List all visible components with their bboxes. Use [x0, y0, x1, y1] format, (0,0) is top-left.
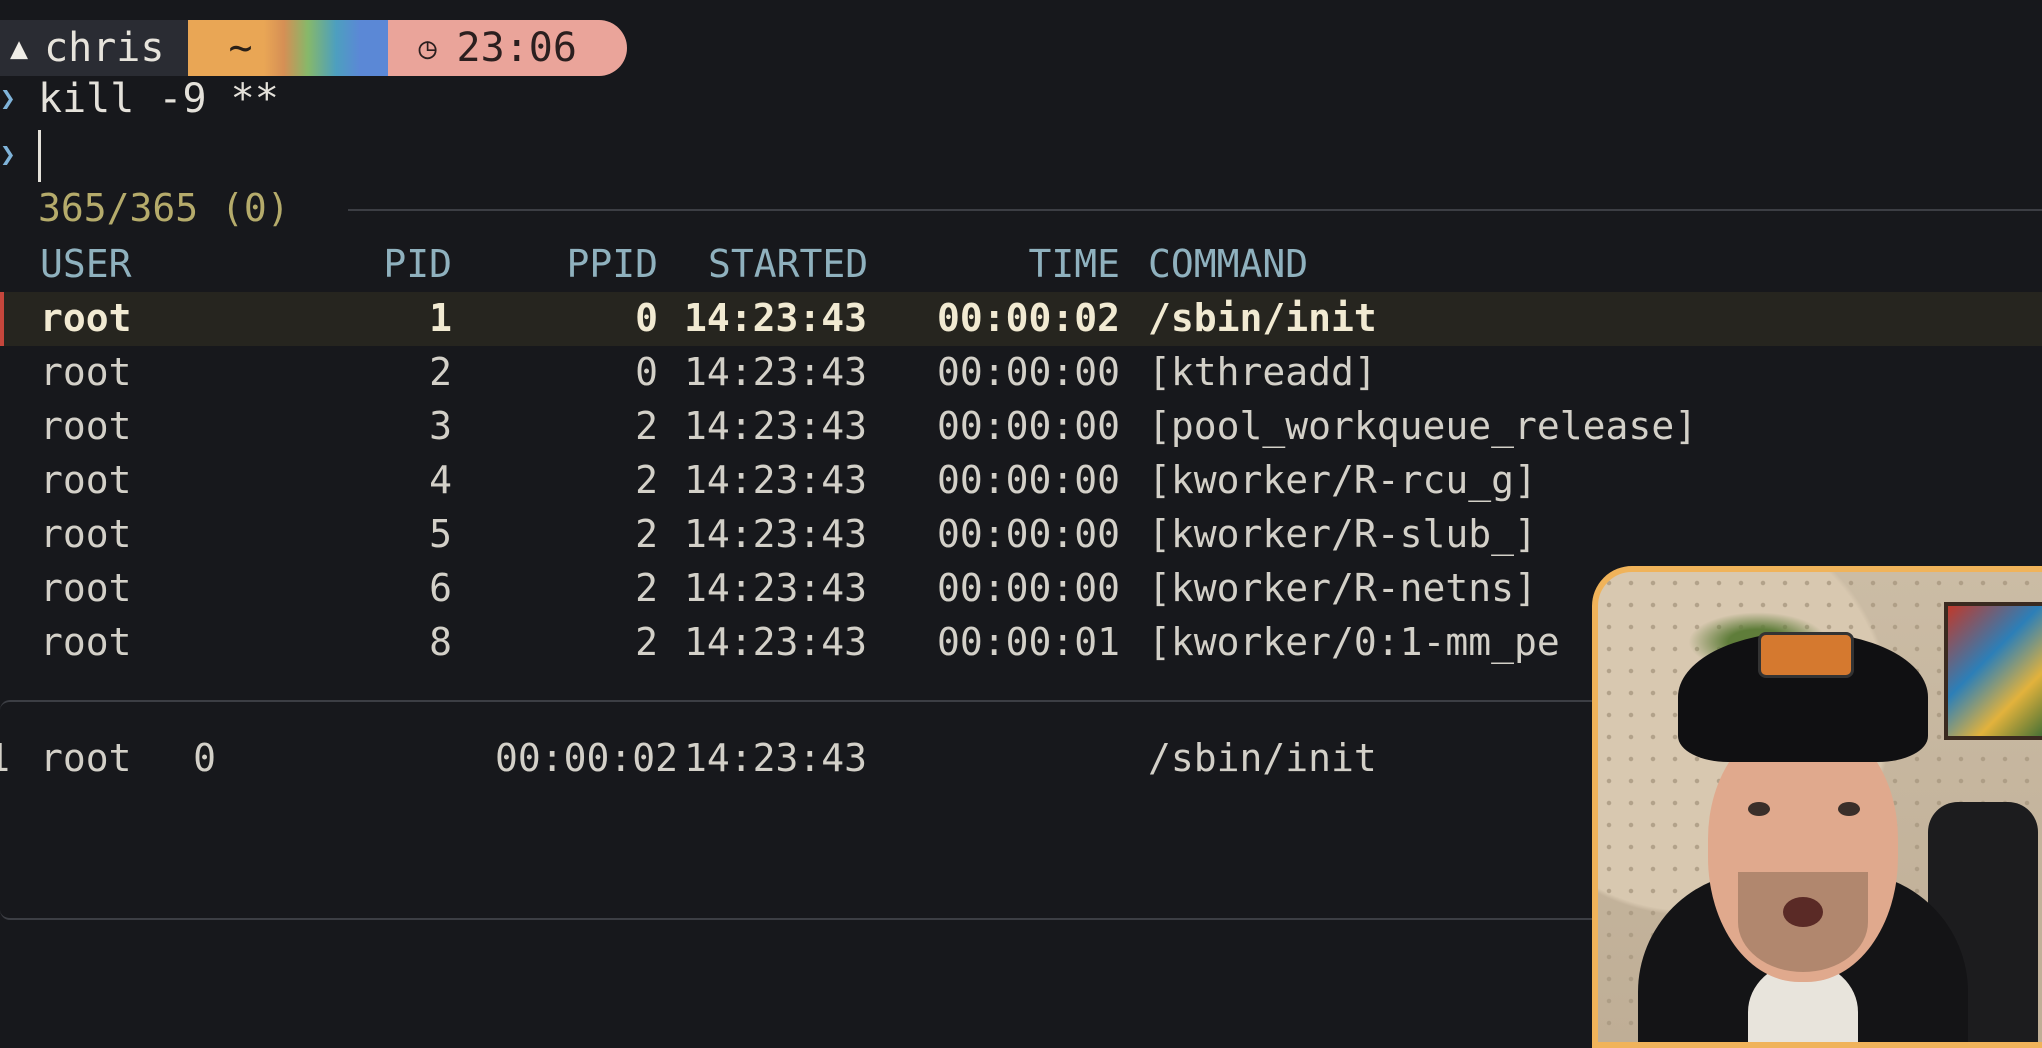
- row-ppid: 0: [635, 296, 658, 340]
- row-started: 14:23:43: [684, 458, 868, 502]
- row-started: 14:23:43: [684, 296, 868, 340]
- row-ppid: 2: [635, 566, 658, 610]
- preview-row: root 1 0 14:23:43 00:00:02 /sbin/init: [0, 732, 1600, 786]
- match-counter: 365/365 (0): [38, 186, 290, 230]
- row-time: 00:00:00: [936, 350, 1120, 394]
- row-command: [kworker/R-netns]: [1148, 566, 1537, 610]
- row-command: [kthreadd]: [1148, 350, 1377, 394]
- row-time: 00:00:00: [936, 458, 1120, 502]
- header-time: TIME: [1028, 242, 1120, 286]
- process-table-header: USER PID PPID STARTED TIME COMMAND: [0, 238, 2042, 292]
- row-time: 00:00:00: [936, 566, 1120, 610]
- row-time: 00:00:02: [936, 296, 1120, 340]
- header-pid: PID: [383, 242, 452, 286]
- row-user: root: [40, 512, 132, 556]
- preview-started: 14:23:43: [684, 736, 868, 780]
- row-ppid: 2: [635, 404, 658, 448]
- prompt-user: chris: [44, 25, 165, 71]
- wall-art: [1944, 602, 2042, 740]
- preview-ppid: 0: [193, 736, 216, 780]
- row-user: root: [40, 566, 132, 610]
- row-time: 00:00:00: [936, 512, 1120, 556]
- prompt-dir-segment: ~: [188, 20, 389, 76]
- row-user: root: [40, 620, 132, 664]
- row-user: root: [40, 350, 132, 394]
- shell-prompt: ▲ chris ~ ◷ 23:06: [0, 20, 627, 76]
- row-pid: 3: [429, 404, 452, 448]
- header-command: COMMAND: [1148, 242, 1309, 286]
- prompt-user-segment: ▲ chris: [0, 20, 189, 76]
- header-ppid: PPID: [566, 242, 658, 286]
- preview-user: root: [40, 736, 132, 780]
- presenter-eye: [1838, 802, 1860, 816]
- row-pid: 8: [429, 620, 452, 664]
- prompt-time-segment: ◷ 23:06: [388, 20, 627, 76]
- row-started: 14:23:43: [684, 620, 868, 664]
- presenter-eye: [1748, 802, 1770, 816]
- row-started: 14:23:43: [684, 404, 868, 448]
- row-started: 14:23:43: [684, 566, 868, 610]
- row-time: 00:00:01: [936, 620, 1120, 664]
- arch-icon: ▲: [10, 30, 29, 66]
- process-row[interactable]: root 3 2 14:23:43 00:00:00 [pool_workqueue_re…: [0, 400, 2042, 454]
- preview-pane: root 1 0 14:23:43 00:00:02 /sbin/init: [0, 700, 1602, 920]
- chevron-right-icon: ❯: [0, 140, 16, 170]
- process-row[interactable]: root 2 0 14:23:43 00:00:00 [kthreadd]: [0, 346, 2042, 400]
- process-row[interactable]: root 4 2 14:23:43 00:00:00 [kworker/R-rcu_g]: [0, 454, 2042, 508]
- row-command: [kworker/R-slub_]: [1148, 512, 1537, 556]
- preview-command: /sbin/init: [1148, 736, 1377, 780]
- cap-patch: [1758, 632, 1854, 678]
- process-row[interactable]: root 5 2 14:23:43 00:00:00 [kworker/R-slub_]: [0, 508, 2042, 562]
- row-command: [kworker/0:1-mm_pe: [1148, 620, 1560, 664]
- row-user: root: [40, 404, 132, 448]
- row-started: 14:23:43: [684, 512, 868, 556]
- row-pid: 2: [429, 350, 452, 394]
- header-started: STARTED: [708, 242, 869, 286]
- webcam-overlay: [1592, 566, 2042, 1048]
- header-user: USER: [40, 242, 132, 286]
- terminal-window: ▲ chris ~ ◷ 23:06 ❯ kill -9 ** ❯ 365/365…: [0, 0, 2042, 1048]
- row-pid: 5: [429, 512, 452, 556]
- row-command: [kworker/R-rcu_g]: [1148, 458, 1537, 502]
- row-ppid: 0: [635, 350, 658, 394]
- chevron-right-icon: ❯: [0, 84, 16, 114]
- divider-line: [348, 209, 2042, 211]
- row-pid: 6: [429, 566, 452, 610]
- row-ppid: 2: [635, 512, 658, 556]
- text-cursor[interactable]: [38, 130, 41, 182]
- row-pid: 4: [429, 458, 452, 502]
- row-user: root: [40, 458, 132, 502]
- row-ppid: 2: [635, 458, 658, 502]
- clock-icon: ◷: [418, 30, 437, 66]
- row-command: /sbin/init: [1148, 296, 1377, 340]
- row-ppid: 2: [635, 620, 658, 664]
- row-pid: 1: [429, 296, 452, 340]
- row-started: 14:23:43: [684, 350, 868, 394]
- process-row-selected[interactable]: root 1 0 14:23:43 00:00:02/sbin/init: [0, 292, 2042, 346]
- preview-pid: 1: [0, 736, 10, 780]
- preview-time: 00:00:02: [494, 736, 678, 780]
- presenter-mouth: [1783, 897, 1823, 927]
- command-line[interactable]: kill -9 **: [38, 76, 279, 122]
- prompt-dir: ~: [228, 25, 253, 71]
- row-user: root: [40, 296, 132, 340]
- row-time: 00:00:00: [936, 404, 1120, 448]
- row-command: [pool_workqueue_release]: [1148, 404, 1698, 448]
- prompt-time: 23:06: [456, 25, 577, 71]
